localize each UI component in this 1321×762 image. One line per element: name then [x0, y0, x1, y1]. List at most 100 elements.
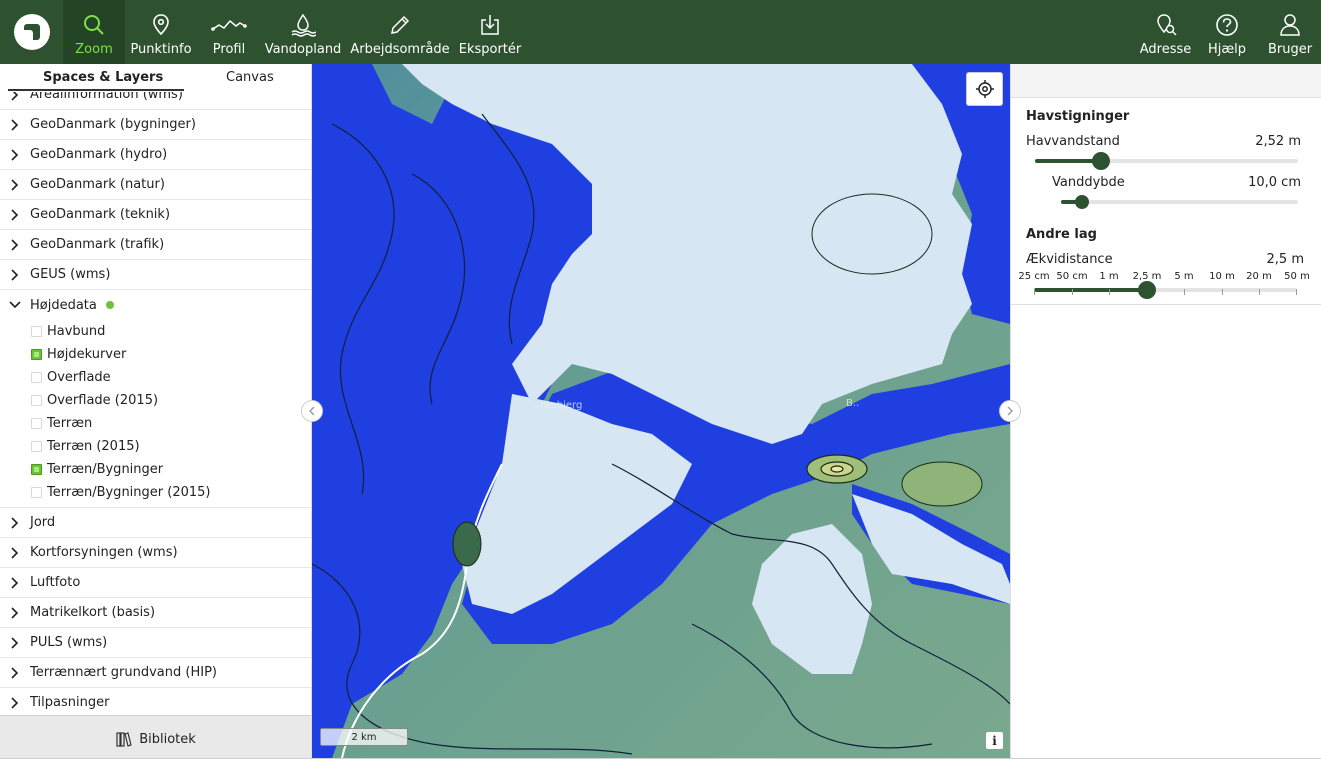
layer-item-terraen-2015[interactable]: Terræn (2015) — [0, 435, 311, 458]
layer-group-matrikelkort[interactable]: Matrikelkort (basis) — [0, 598, 311, 628]
chevron-right-icon — [0, 666, 30, 679]
tool-arbejdsomraade[interactable]: Arbejdsområde — [350, 0, 450, 64]
contour-tick-mark — [1184, 289, 1185, 295]
tool-vandopland[interactable]: Vandopland — [264, 0, 342, 64]
chevron-right-icon — [0, 268, 30, 281]
info-icon: i — [992, 733, 997, 748]
tool-punktinfo-label: Punktinfo — [130, 42, 192, 57]
window-bottom-edge — [0, 758, 1321, 762]
layer-item-havbund[interactable]: Havbund — [0, 320, 311, 343]
chevron-right-icon — [0, 696, 30, 709]
layer-group-jord[interactable]: Jord — [0, 508, 311, 538]
layer-group-geodanmark-natur[interactable]: GeoDanmark (natur) — [0, 170, 311, 200]
app-logo[interactable] — [14, 14, 50, 50]
layer-checkbox[interactable] — [31, 349, 42, 360]
layer-group-label: PULS (wms) — [30, 635, 108, 650]
tool-profil[interactable]: Profil — [200, 0, 258, 64]
tool-eksporter[interactable]: Eksportér — [458, 0, 522, 64]
layer-item-hoejdekurver[interactable]: Højdekurver — [0, 343, 311, 366]
tool-adresse-label: Adresse — [1139, 42, 1192, 57]
chevron-left-icon — [309, 406, 315, 416]
layer-group-terraennaert-grundvand[interactable]: Terrænnært grundvand (HIP) — [0, 658, 311, 688]
chevron-right-icon — [0, 576, 30, 589]
layer-group-puls[interactable]: PULS (wms) — [0, 628, 311, 658]
contour-interval-slider-thumb[interactable] — [1138, 281, 1156, 299]
map-view[interactable]: ..ntebjerg B.. 2 km i — [312, 64, 1010, 758]
sea-level-slider-thumb[interactable] — [1092, 152, 1110, 170]
layer-group-label: Luftfoto — [30, 575, 81, 590]
tab-spaces-layers[interactable]: Spaces & Layers — [43, 70, 163, 85]
layer-item-terraen[interactable]: Terræn — [0, 412, 311, 435]
hill — [901, 461, 983, 507]
layer-item-terraen-bygninger-2015[interactable]: Terræn/Bygninger (2015) — [0, 481, 311, 504]
layer-group-kortforsyningen[interactable]: Kortforsyningen (wms) — [0, 538, 311, 568]
water-depth-slider-thumb[interactable] — [1075, 195, 1089, 209]
export-icon — [481, 15, 499, 35]
contour-tick-label: 25 cm — [1018, 271, 1050, 282]
collapse-right-panel-button[interactable] — [999, 400, 1021, 422]
collapse-left-panel-button[interactable] — [301, 400, 323, 422]
app-root: Zoom Punktinfo Profil Vandopland Arbejds… — [0, 0, 1321, 762]
chevron-right-icon — [0, 148, 30, 161]
layer-group-geodanmark-bygninger[interactable]: GeoDanmark (bygninger) — [0, 110, 311, 140]
map-place-label: B.. — [846, 398, 860, 409]
tool-adresse[interactable]: Adresse — [1138, 0, 1193, 64]
water-depth-label: Vanddybde — [1052, 175, 1125, 190]
layer-checkbox[interactable] — [31, 464, 42, 475]
map-pin-icon — [153, 14, 169, 36]
chevron-right-icon — [0, 208, 30, 221]
locate-button[interactable] — [966, 72, 1003, 106]
layer-group-label: Terrænnært grundvand (HIP) — [30, 665, 217, 680]
layer-item-label: Overflade (2015) — [47, 393, 159, 408]
layer-group-geodanmark-hydro[interactable]: GeoDanmark (hydro) — [0, 140, 311, 170]
layer-item-overflade-2015[interactable]: Overflade (2015) — [0, 389, 311, 412]
settings-divider — [1011, 304, 1321, 305]
chevron-right-icon — [0, 636, 30, 649]
contour-tick-mark — [1109, 289, 1110, 295]
chevron-right-icon — [0, 606, 30, 619]
layer-group-hoejdedata: Højdedata Havbund Højdekurver Overflade … — [0, 290, 311, 508]
contour-tick-label: 1 m — [1099, 271, 1119, 282]
tab-canvas[interactable]: Canvas — [226, 70, 274, 85]
tool-bruger[interactable]: Bruger — [1265, 0, 1315, 64]
layer-checkbox[interactable] — [31, 395, 42, 406]
layer-group-label: GeoDanmark (hydro) — [30, 147, 168, 162]
layers-panel: Arealinformation (wms) GeoDanmark (bygni… — [0, 64, 312, 762]
map-info-button[interactable]: i — [986, 732, 1003, 749]
user-icon — [1280, 14, 1300, 36]
water-depth-slider-track[interactable] — [1061, 200, 1298, 204]
tool-bruger-label: Bruger — [1267, 42, 1313, 57]
layer-checkbox[interactable] — [31, 418, 42, 429]
layer-group-hoejdedata-header[interactable]: Højdedata — [0, 290, 311, 320]
chevron-down-icon — [0, 301, 30, 309]
active-tab-indicator — [8, 89, 184, 91]
map-canvas[interactable] — [312, 64, 1010, 758]
tool-vandopland-label: Vandopland — [264, 42, 342, 57]
scale-bar-label: 2 km — [351, 731, 377, 743]
chevron-right-icon — [0, 516, 30, 529]
search-icon — [84, 15, 104, 35]
library-button[interactable]: Bibliotek — [0, 715, 311, 762]
layer-item-label: Overflade — [47, 370, 111, 385]
layer-group-geodanmark-trafik[interactable]: GeoDanmark (trafik) — [0, 230, 311, 260]
layer-group-geus[interactable]: GEUS (wms) — [0, 260, 311, 290]
layer-item-overflade[interactable]: Overflade — [0, 366, 311, 389]
chevron-right-icon — [0, 546, 30, 559]
tool-zoom[interactable]: Zoom — [63, 0, 125, 64]
layer-group-geodanmark-teknik[interactable]: GeoDanmark (teknik) — [0, 200, 311, 230]
layer-checkbox[interactable] — [31, 326, 42, 337]
layer-group-luftfoto[interactable]: Luftfoto — [0, 568, 311, 598]
layer-group-tilpasninger[interactable]: Tilpasninger — [0, 688, 311, 718]
tool-hjaelp[interactable]: Hjælp — [1204, 0, 1250, 64]
layer-item-terraen-bygninger[interactable]: Terræn/Bygninger — [0, 458, 311, 481]
layer-group-label: Tilpasninger — [30, 695, 110, 710]
section-title-havstigninger: Havstigninger — [1026, 109, 1130, 124]
layer-checkbox[interactable] — [31, 441, 42, 452]
layer-group-label: Højdedata — [30, 297, 97, 313]
contour-interval-label: Ækvidistance — [1026, 252, 1113, 267]
layer-checkbox[interactable] — [31, 487, 42, 498]
tool-punktinfo[interactable]: Punktinfo — [128, 0, 194, 64]
layer-checkbox[interactable] — [31, 372, 42, 383]
contour-tick-label: 5 m — [1174, 271, 1194, 282]
tool-zoom-label: Zoom — [75, 42, 113, 57]
